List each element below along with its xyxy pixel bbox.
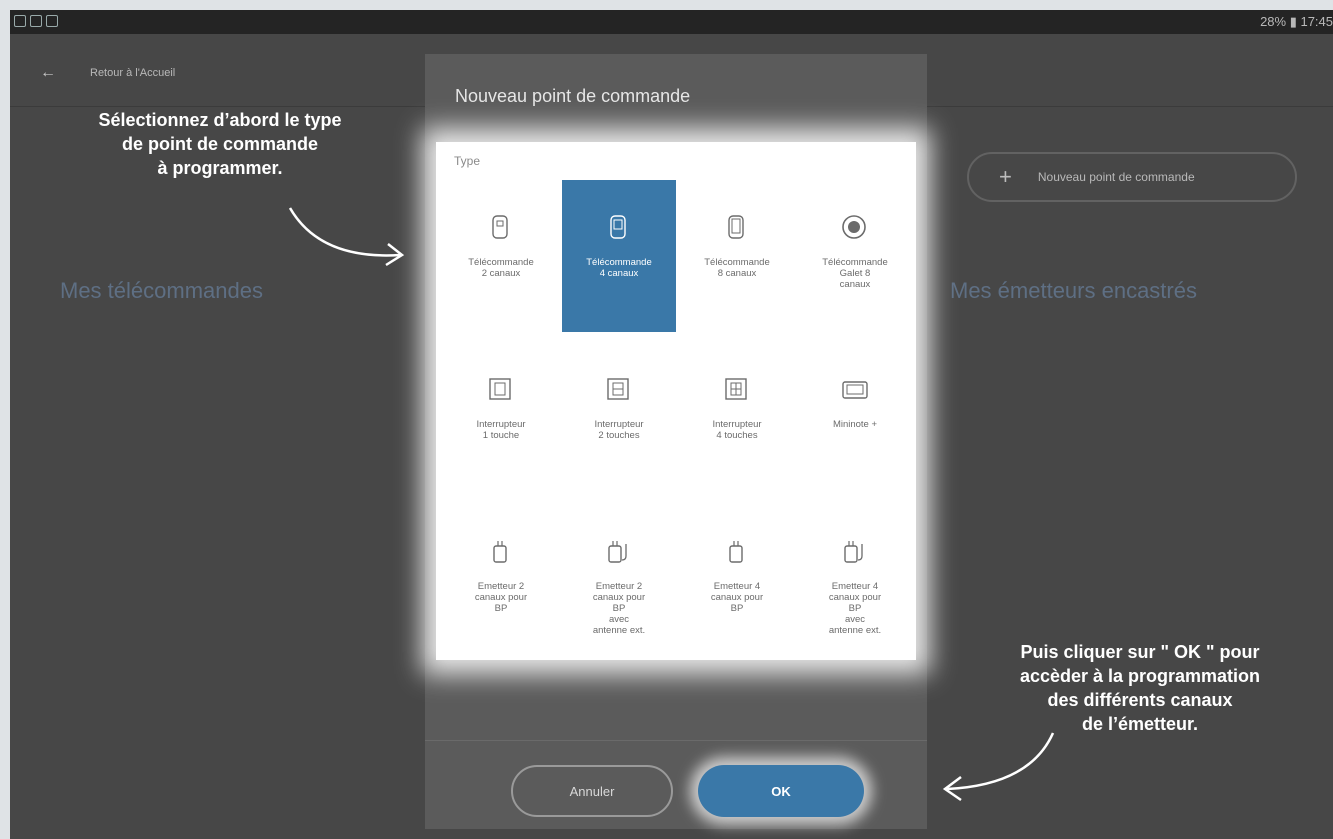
type-tile-label: Interrupteur 4 touches (712, 419, 762, 441)
app-screen: 28% ▮ 17:45 ← Retour à l'Accueil + Nouve… (10, 10, 1333, 839)
type-tile-label: Interrupteur 1 touche (476, 419, 526, 441)
type-tile-label: Emetteur 4 canaux pour BP avec antenne e… (828, 581, 882, 636)
type-tile-label: Télécommande 4 canaux (586, 257, 652, 279)
cancel-button[interactable]: Annuler (511, 765, 673, 817)
type-tile[interactable]: Télécommande 4 canaux (562, 180, 676, 332)
emitter-icon (723, 538, 751, 571)
mininote-icon (841, 376, 869, 409)
annotation-click-ok: Puis cliquer sur " OK " pour accèder à l… (1019, 642, 1261, 734)
type-tile-label: Télécommande 8 canaux (704, 257, 770, 279)
annotation-select-type: Sélectionnez d’abord le type de point de… (98, 110, 342, 178)
remote-2-icon (487, 214, 515, 247)
type-tile[interactable]: Mininote + (798, 342, 912, 494)
status-bar: 28% ▮ 17:45 (10, 10, 1333, 34)
remote-4-icon (605, 214, 633, 247)
type-tile[interactable]: Télécommande 8 canaux (680, 180, 794, 332)
divider (425, 740, 927, 741)
switch-4-icon (723, 376, 751, 409)
type-tile-label: Emetteur 2 canaux pour BP avec antenne e… (592, 581, 646, 636)
type-tile-label: Télécommande Galet 8 canaux (822, 257, 888, 290)
type-tile[interactable]: Interrupteur 1 touche (444, 342, 558, 494)
type-tile[interactable]: Emetteur 2 canaux pour BP (444, 504, 558, 656)
emitter-antenna-icon (605, 538, 633, 571)
status-icons (14, 15, 58, 27)
type-tile[interactable]: Emetteur 2 canaux pour BP avec antenne e… (562, 504, 676, 656)
type-tile-label: Emetteur 4 canaux pour BP (710, 581, 764, 614)
type-panel: Type Télécommande 2 canaux Télécommande 4… (436, 142, 916, 660)
arrow-to-ok-icon (942, 732, 1055, 802)
type-tile-label: Mininote + (832, 419, 878, 430)
type-label: Type (454, 154, 481, 168)
arrow-to-type-icon (288, 207, 405, 267)
remote-8-icon (723, 214, 751, 247)
type-tile[interactable]: Interrupteur 2 touches (562, 342, 676, 494)
type-tile[interactable]: Emetteur 4 canaux pour BP avec antenne e… (798, 504, 912, 656)
type-tile[interactable]: Télécommande 2 canaux (444, 180, 558, 332)
type-tile-label: Interrupteur 2 touches (594, 419, 644, 441)
new-command-point-button[interactable]: + Nouveau point de commande (967, 152, 1297, 202)
switch-1-icon (487, 376, 515, 409)
galet-icon (841, 214, 869, 247)
type-tile[interactable]: Télécommande Galet 8 canaux (798, 180, 912, 332)
type-tile-label: Télécommande 2 canaux (468, 257, 534, 279)
section-built-in-emitters: Mes émetteurs encastrés (950, 278, 1197, 303)
type-tile[interactable]: Interrupteur 4 touches (680, 342, 794, 494)
switch-2-icon (605, 376, 633, 409)
type-tile-label: Emetteur 2 canaux pour BP (474, 581, 528, 614)
new-button-label: Nouveau point de commande (1037, 170, 1195, 184)
emitter-icon (487, 538, 515, 571)
type-tile[interactable]: Emetteur 4 canaux pour BP (680, 504, 794, 656)
plus-icon: + (999, 164, 1012, 189)
back-arrow-icon[interactable]: ← (40, 64, 56, 82)
dialog-title: Nouveau point de commande (455, 86, 691, 106)
section-remotes: Mes télécommandes (60, 278, 263, 303)
battery-clock: 28% ▮ 17:45 (1260, 14, 1333, 29)
emitter-antenna-icon (841, 538, 869, 571)
back-link[interactable]: Retour à l'Accueil (90, 67, 175, 79)
ok-button[interactable]: OK (698, 765, 864, 817)
new-command-point-dialog: Nouveau point de commande Type Télécomma… (425, 54, 927, 829)
